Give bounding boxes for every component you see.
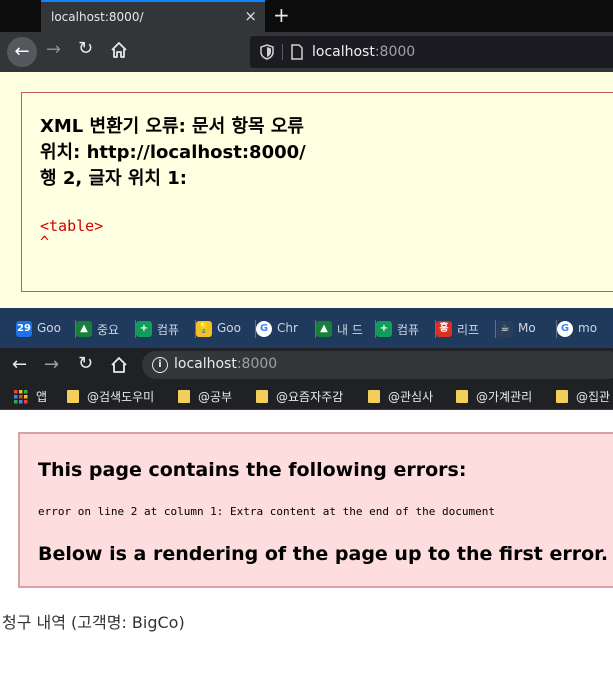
- bookmark-label: @검색도우미: [87, 390, 155, 404]
- back-icon[interactable]: ←: [12, 354, 27, 375]
- xml-error-box: XML 변환기 오류: 문서 항목 오류 위치: http://localhos…: [21, 92, 613, 292]
- chrome-tab-label: 컴퓨: [157, 323, 180, 337]
- tab-divider: [495, 320, 496, 338]
- error-subheading: Below is a rendering of the page up to t…: [38, 543, 609, 565]
- bookmark-folder[interactable]: @검색도우미: [67, 388, 154, 405]
- tracking-protection-shield-icon[interactable]: [260, 44, 274, 60]
- chrome-tab-label: Chr: [277, 321, 298, 335]
- folder-icon: [456, 390, 468, 403]
- home-icon[interactable]: [110, 41, 128, 59]
- table-caption: 청구 내역 (고객명: BigCo): [2, 613, 185, 632]
- forward-icon[interactable]: →: [44, 354, 59, 375]
- bookmark-folder[interactable]: @가계관리: [456, 388, 532, 405]
- chrome-tab-label: Goo: [217, 321, 241, 335]
- chrome-tab[interactable]: ▲ 중요: [76, 312, 136, 346]
- xml-error-location: 위치: http://localhost:8000/: [40, 142, 306, 163]
- calendar-icon: 29: [16, 321, 32, 337]
- reload-icon[interactable]: ↻: [78, 353, 93, 374]
- firefox-tab[interactable]: localhost:8000/ ×: [41, 0, 265, 32]
- bookmark-apps[interactable]: 앱: [14, 388, 47, 405]
- xml-error-title: XML 변환기 오류: 문서 항목 오류: [40, 116, 304, 137]
- chrome-tab-label: mo: [578, 321, 598, 335]
- chrome-tab[interactable]: + 컴퓨: [376, 312, 436, 346]
- xml-error-position: 행 2, 글자 위치 1:: [40, 168, 187, 189]
- error-message: error on line 2 at column 1: Extra conte…: [38, 505, 495, 518]
- xml-error-source-line: <table>: [40, 217, 104, 235]
- url-separator: [282, 44, 283, 60]
- bookmark-label: 앱: [36, 390, 48, 404]
- xml-error-page: XML 변환기 오류: 문서 항목 오류 위치: http://localhos…: [0, 72, 613, 308]
- google-icon: G: [557, 321, 573, 337]
- google-icon: G: [256, 321, 272, 337]
- bookmark-label: @관심사: [388, 390, 434, 404]
- error-heading: This page contains the following errors:: [38, 459, 467, 481]
- chrome-tab[interactable]: Gmo: [557, 312, 611, 346]
- chrome-tab[interactable]: 홍 리프: [436, 312, 496, 346]
- chrome-tab[interactable]: ☕ Mo: [497, 312, 557, 346]
- chrome-tab[interactable]: 💡 Goo: [196, 312, 256, 346]
- firefox-tabbar: localhost:8000/ × +: [0, 0, 613, 32]
- chrome-tab-label: 중요: [97, 323, 120, 337]
- chrome-tab-label: 내 드: [337, 323, 363, 337]
- keep-icon: 💡: [196, 321, 212, 337]
- reload-icon[interactable]: ↻: [78, 38, 93, 59]
- url-text: localhost:8000: [174, 356, 278, 372]
- bookmark-label: @공부: [198, 390, 233, 404]
- chrome-tab-label: Mo: [518, 321, 536, 335]
- folder-icon: [67, 390, 79, 403]
- chrome-tab-label: Goo: [37, 321, 61, 335]
- xml-error-caret: ^: [40, 233, 50, 251]
- back-icon[interactable]: ←: [7, 37, 37, 67]
- bookmark-label: @가계관리: [476, 390, 533, 404]
- drive-icon: ▲: [316, 321, 332, 337]
- chrome-tab[interactable]: ▲ 내 드: [316, 312, 376, 346]
- folder-icon: [368, 390, 380, 403]
- chrome-tab[interactable]: G Chr: [256, 312, 316, 346]
- hong-icon: 홍: [436, 321, 452, 337]
- new-tab-icon[interactable]: +: [273, 3, 290, 27]
- bookmarks-bar: 앱 @검색도우미 @공부 @요즘자주감 @관심사 @가계관리 @집관: [0, 382, 613, 410]
- forward-icon[interactable]: →: [46, 39, 61, 60]
- firefox-navbar: ← → ↻ localhost:8000: [0, 32, 613, 72]
- chrome-tab[interactable]: + 컴퓨: [136, 312, 196, 346]
- drive-icon: ▲: [76, 321, 92, 337]
- tab-close-icon[interactable]: ×: [244, 7, 257, 25]
- folder-icon: [556, 390, 568, 403]
- folder-icon: [178, 390, 190, 403]
- tab-title: localhost:8000/: [51, 10, 144, 24]
- bookmark-folder[interactable]: @공부: [178, 388, 232, 405]
- bookmark-folder[interactable]: @관심사: [368, 388, 433, 405]
- home-icon[interactable]: [110, 356, 128, 374]
- site-info-icon[interactable]: i: [152, 357, 168, 373]
- page-icon[interactable]: [290, 44, 304, 60]
- xml-parse-error-box: This page contains the following errors:…: [18, 432, 613, 588]
- coffee-icon: ☕: [497, 321, 513, 337]
- chrome-tab-label: 컴퓨: [397, 323, 420, 337]
- omnibox[interactable]: i localhost:8000: [142, 351, 613, 379]
- apps-grid-icon: [14, 390, 28, 404]
- chrome-tab[interactable]: 29 Goo: [16, 312, 76, 346]
- sheets-icon: +: [376, 321, 392, 337]
- bookmark-label: @요즘자주감: [276, 390, 344, 404]
- chrome-navbar: ← → ↻ i localhost:8000: [0, 348, 613, 382]
- chrome-tab-label: 리프: [457, 323, 480, 337]
- sheets-icon: +: [136, 321, 152, 337]
- url-bar[interactable]: localhost:8000: [250, 36, 613, 68]
- url-text: localhost:8000: [312, 44, 416, 60]
- bookmark-folder[interactable]: @집관: [556, 388, 610, 405]
- bookmark-folder[interactable]: @요즘자주감: [256, 388, 343, 405]
- folder-icon: [256, 390, 268, 403]
- bookmark-label: @집관: [576, 390, 611, 404]
